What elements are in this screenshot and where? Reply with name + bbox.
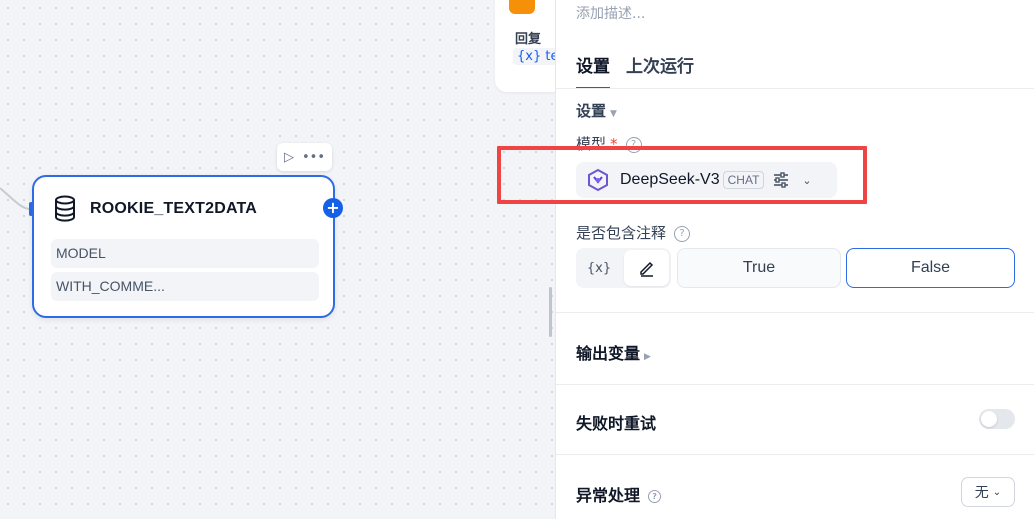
- description-input[interactable]: 添加描述...: [576, 3, 645, 23]
- required-mark: *: [610, 135, 618, 153]
- variable-mode-button[interactable]: {x}: [576, 261, 622, 276]
- toggle-knob: [981, 411, 997, 427]
- error-handling-label: 异常处理?: [576, 482, 662, 506]
- node-toolbar: ▷ •••: [277, 143, 332, 171]
- pencil-icon: [639, 261, 653, 277]
- database-stack-icon: [55, 195, 75, 222]
- option-true[interactable]: True: [677, 248, 841, 288]
- model-logo-icon: [588, 168, 608, 192]
- output-variables-header[interactable]: 输出变量 ▶: [576, 340, 651, 364]
- help-icon[interactable]: ?: [648, 490, 662, 503]
- include-comments-label-text: 是否包含注释: [576, 224, 667, 242]
- chevron-down-icon: ⌄: [992, 486, 1002, 498]
- divider: [556, 454, 1034, 455]
- caret-down-icon: ▼: [610, 109, 617, 119]
- run-node-icon[interactable]: ▷: [284, 151, 294, 164]
- constant-mode-button[interactable]: [624, 250, 669, 286]
- settings-section-label: 设置: [576, 102, 607, 120]
- add-node-icon[interactable]: +: [323, 198, 343, 218]
- text2data-node[interactable]: ROOKIE_TEXT2DATA MODEL WITH_COMME... +: [32, 175, 343, 318]
- option-false[interactable]: False: [846, 248, 1015, 288]
- input-mode-toggle: {x}: [576, 248, 671, 288]
- error-handling-value: 无: [974, 485, 989, 501]
- more-icon[interactable]: •••: [302, 151, 325, 164]
- divider: [556, 312, 1034, 313]
- tab-settings[interactable]: 设置: [576, 52, 610, 89]
- settings-section-header[interactable]: 设置 ▼: [576, 100, 617, 121]
- model-label: 模型 *?: [576, 133, 642, 154]
- chevron-down-icon[interactable]: ⌄: [802, 174, 811, 187]
- error-handling-label-text: 异常处理: [576, 486, 641, 505]
- caret-right-icon: ▶: [644, 352, 651, 362]
- model-type-badge: CHAT: [722, 171, 765, 189]
- include-comments-label: 是否包含注释?: [576, 222, 691, 243]
- help-icon[interactable]: ?: [625, 136, 642, 153]
- help-icon[interactable]: ?: [674, 225, 691, 242]
- panel-resize-handle[interactable]: [549, 287, 552, 337]
- retry-toggle[interactable]: [979, 409, 1015, 429]
- model-name: DeepSeek-V3: [620, 171, 720, 188]
- node-settings-panel: 添加描述... 设置 上次运行 设置 ▼ 模型 *? DeepSeek-V3 CHA…: [555, 0, 1034, 519]
- model-label-text: 模型: [576, 135, 607, 153]
- workflow-canvas[interactable]: 回复 {x} te ▷ ••• ROOKIE_TEXT2DATA MODEL W…: [0, 0, 575, 519]
- node-field-with-comments: WITH_COMME...: [51, 272, 319, 301]
- tabs-divider: [556, 88, 1034, 89]
- node-field-model: MODEL: [51, 239, 319, 268]
- answer-node-reply-label: 回复: [515, 32, 542, 47]
- answer-node-icon: [509, 0, 535, 14]
- divider: [556, 384, 1034, 385]
- sliders-icon[interactable]: [772, 171, 790, 189]
- node-title: ROOKIE_TEXT2DATA: [90, 200, 258, 217]
- model-selector[interactable]: DeepSeek-V3 CHAT ⌄: [576, 162, 837, 198]
- error-handling-select[interactable]: 无 ⌄: [961, 477, 1015, 507]
- output-variables-label: 输出变量: [576, 344, 641, 363]
- panel-tabs: 设置 上次运行: [576, 52, 694, 89]
- tab-last-run[interactable]: 上次运行: [626, 52, 694, 89]
- retry-on-fail-label: 失败时重试: [576, 414, 657, 433]
